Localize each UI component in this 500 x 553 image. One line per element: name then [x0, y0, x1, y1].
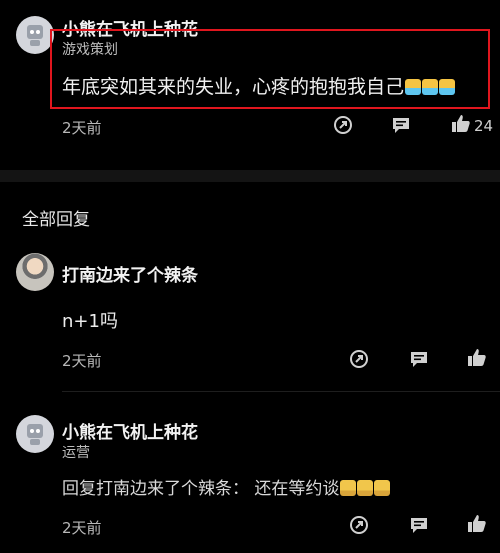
robot-avatar-icon: [27, 25, 43, 46]
avatar[interactable]: [16, 16, 54, 54]
like-count: 24: [474, 117, 494, 135]
like-icon[interactable]: [466, 513, 488, 535]
comment-icon[interactable]: [390, 114, 412, 136]
crying-emoji-icon: [439, 79, 456, 95]
share-icon[interactable]: [332, 114, 354, 136]
like-icon[interactable]: [466, 347, 488, 369]
reply-username[interactable]: 打南边来了个辣条: [62, 261, 198, 286]
reply-time: 2天前: [62, 352, 102, 370]
reply-divider: [62, 391, 500, 392]
comment-time: 2天前: [62, 119, 102, 137]
awkward-emoji-icon: [357, 480, 374, 496]
crying-emoji-icon: [422, 79, 439, 95]
comment-icon[interactable]: [408, 514, 430, 536]
reply-time: 2天前: [62, 519, 102, 537]
reply-text: 回复打南边来了个辣条： 还在等约谈: [62, 479, 340, 499]
avatar[interactable]: [16, 415, 54, 453]
section-divider: [0, 170, 500, 182]
comment-icon[interactable]: [408, 348, 430, 370]
share-icon[interactable]: [348, 348, 370, 370]
reply-content: n+1吗: [62, 311, 118, 332]
awkward-emoji-icon: [340, 480, 357, 496]
user-role: 运营: [62, 445, 90, 461]
reply-content: 回复打南边来了个辣条： 还在等约谈: [62, 474, 391, 499]
comment-content: 年底突如其来的失业，心疼的抱抱我自己: [62, 72, 456, 99]
share-icon[interactable]: [348, 514, 370, 536]
avatar[interactable]: [16, 253, 54, 291]
like-icon[interactable]: [450, 113, 472, 135]
awkward-emoji-icon: [374, 480, 391, 496]
crying-emoji-icon: [405, 79, 422, 95]
robot-avatar-icon: [27, 424, 43, 445]
reply-username[interactable]: 小熊在飞机上种花: [62, 418, 198, 443]
replies-section-title: 全部回复: [22, 210, 90, 230]
comment-text: 年底突如其来的失业，心疼的抱抱我自己: [62, 76, 405, 98]
